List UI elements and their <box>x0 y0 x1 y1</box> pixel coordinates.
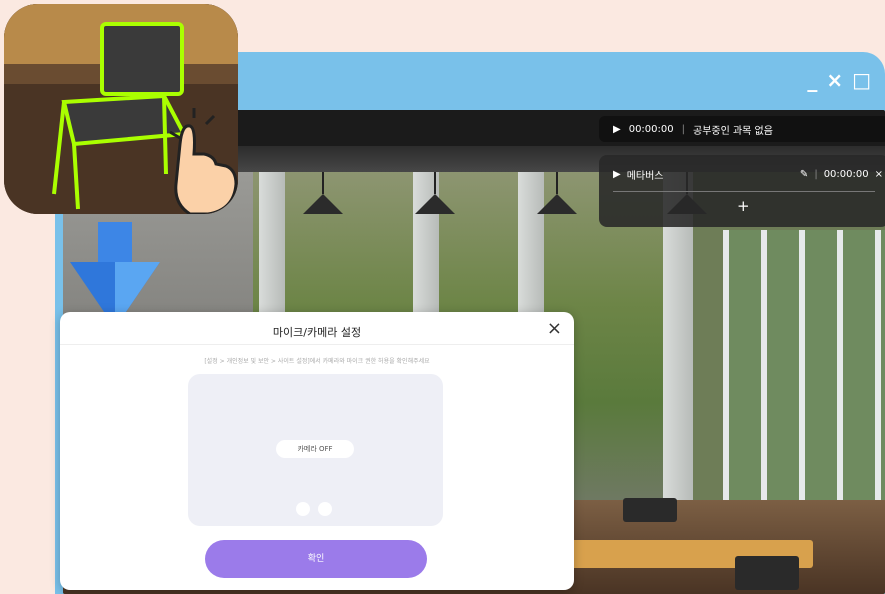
permission-hint: [설정 > 개인정보 및 보안 > 사이트 설정]에서 카메라와 마이크 권한 … <box>204 358 430 365</box>
minimize-icon[interactable]: _ <box>807 70 817 90</box>
right-window-wall <box>723 230 885 520</box>
chair-zoom-illustration <box>4 4 238 214</box>
timer-value: 00:00:00 <box>628 123 674 135</box>
camera-status: 카메라 OFF <box>276 440 354 458</box>
dialog-title: 마이크/카메라 설정 <box>272 326 362 339</box>
chair-zoom-icon <box>4 4 238 214</box>
timer-bar: ▶ 00:00:00 | 공부중인 과목 없음 <box>599 116 885 142</box>
camera-icon[interactable] <box>296 502 310 516</box>
mic-camera-settings-dialog: 마이크/카메라 설정 × [설정 > 개인정보 및 보안 > 사이트 설정]에서… <box>60 312 574 590</box>
device-toggles <box>296 502 332 516</box>
camera-preview: 카메라 OFF <box>188 374 443 526</box>
pen-icon[interactable]: ✎ <box>800 169 808 180</box>
window-controls: _ × □ <box>807 70 871 90</box>
play-icon[interactable]: ▶ <box>613 124 621 135</box>
play-icon[interactable]: ▶ <box>613 169 621 180</box>
maximize-icon[interactable]: □ <box>852 70 871 90</box>
chair[interactable] <box>623 498 677 522</box>
confirm-button[interactable]: 확인 <box>205 540 427 578</box>
add-subject-button[interactable]: + <box>737 197 750 215</box>
divider <box>613 191 875 192</box>
close-subject-icon[interactable]: × <box>875 169 883 180</box>
chair[interactable] <box>735 556 799 590</box>
divider <box>60 344 574 345</box>
close-window-icon[interactable]: × <box>826 70 843 90</box>
subject-panel: ▶ 메타버스 ✎ | 00:00:00 × + <box>599 155 885 227</box>
study-status: 공부중인 과목 없음 <box>693 125 773 137</box>
subject-name: 메타버스 <box>626 171 664 182</box>
close-icon[interactable]: × <box>547 318 562 339</box>
subject-timer: 00:00:00 <box>823 169 869 180</box>
mic-icon[interactable] <box>318 502 332 516</box>
